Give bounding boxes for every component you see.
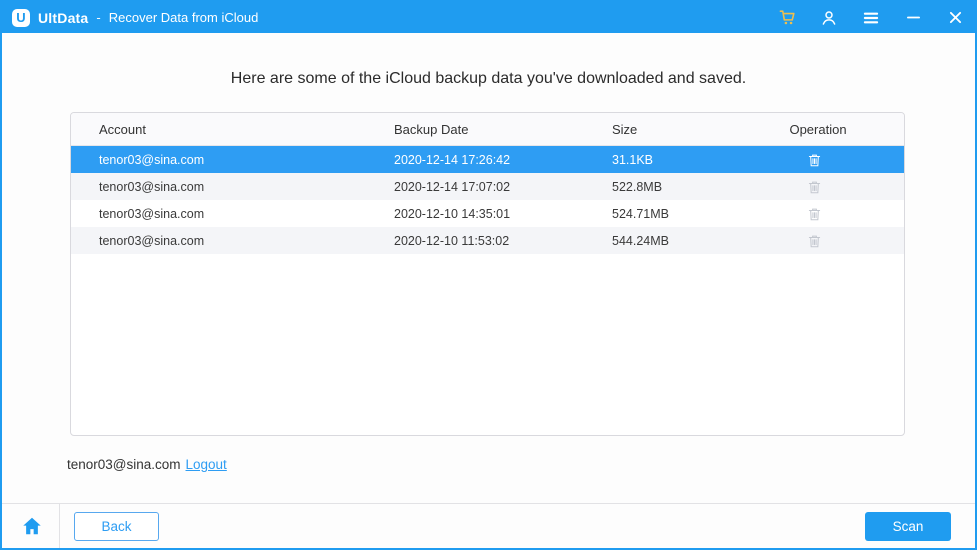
home-icon[interactable] bbox=[20, 514, 44, 538]
logout-link[interactable]: Logout bbox=[186, 457, 227, 472]
footer-bar: Back Scan bbox=[2, 503, 975, 548]
app-window: U UltData - Recover Data from iCloud bbox=[0, 0, 977, 550]
table-row[interactable]: tenor03@sina.com 2020-12-10 11:53:02 544… bbox=[71, 227, 904, 254]
trash-icon[interactable] bbox=[808, 234, 821, 248]
app-name: UltData bbox=[38, 10, 88, 26]
titlebar-actions bbox=[777, 8, 965, 28]
table-header-row: Account Backup Date Size Operation bbox=[71, 113, 904, 146]
row-account: tenor03@sina.com bbox=[71, 207, 366, 221]
page-title: Recover Data from iCloud bbox=[109, 10, 259, 25]
app-logo-icon: U bbox=[12, 9, 30, 27]
row-account: tenor03@sina.com bbox=[71, 153, 366, 167]
row-size: 31.1KB bbox=[584, 153, 746, 167]
column-header-size: Size bbox=[584, 122, 746, 137]
trash-icon[interactable] bbox=[808, 207, 821, 221]
table-row[interactable]: tenor03@sina.com 2020-12-10 14:35:01 524… bbox=[71, 200, 904, 227]
column-header-backup-date: Backup Date bbox=[366, 122, 584, 137]
back-button[interactable]: Back bbox=[74, 512, 159, 541]
titlebar: U UltData - Recover Data from iCloud bbox=[2, 2, 975, 33]
page-heading: Here are some of the iCloud backup data … bbox=[2, 70, 975, 88]
minimize-icon[interactable] bbox=[903, 8, 923, 28]
row-backup-date: 2020-12-10 11:53:02 bbox=[366, 234, 584, 248]
trash-icon[interactable] bbox=[808, 153, 821, 167]
table-row[interactable]: tenor03@sina.com 2020-12-14 17:07:02 522… bbox=[71, 173, 904, 200]
row-size: 544.24MB bbox=[584, 234, 746, 248]
menu-icon[interactable] bbox=[861, 8, 881, 28]
column-header-account: Account bbox=[71, 122, 366, 137]
logged-in-email: tenor03@sina.com bbox=[67, 457, 181, 472]
close-icon[interactable] bbox=[945, 8, 965, 28]
trash-icon[interactable] bbox=[808, 180, 821, 194]
backup-table: Account Backup Date Size Operation tenor… bbox=[70, 112, 905, 436]
cart-icon[interactable] bbox=[777, 8, 797, 28]
title-separator: - bbox=[96, 10, 100, 25]
column-header-operation: Operation bbox=[746, 122, 904, 137]
row-backup-date: 2020-12-14 17:07:02 bbox=[366, 180, 584, 194]
row-backup-date: 2020-12-10 14:35:01 bbox=[366, 207, 584, 221]
scan-button[interactable]: Scan bbox=[865, 512, 951, 541]
row-account: tenor03@sina.com bbox=[71, 234, 366, 248]
row-size: 522.8MB bbox=[584, 180, 746, 194]
table-row[interactable]: tenor03@sina.com 2020-12-14 17:26:42 31.… bbox=[71, 146, 904, 173]
row-size: 524.71MB bbox=[584, 207, 746, 221]
account-bar: tenor03@sina.com Logout bbox=[67, 457, 227, 472]
logo-letter: U bbox=[16, 11, 25, 24]
account-icon[interactable] bbox=[819, 8, 839, 28]
row-backup-date: 2020-12-14 17:26:42 bbox=[366, 153, 584, 167]
footer-divider bbox=[59, 504, 60, 548]
row-account: tenor03@sina.com bbox=[71, 180, 366, 194]
